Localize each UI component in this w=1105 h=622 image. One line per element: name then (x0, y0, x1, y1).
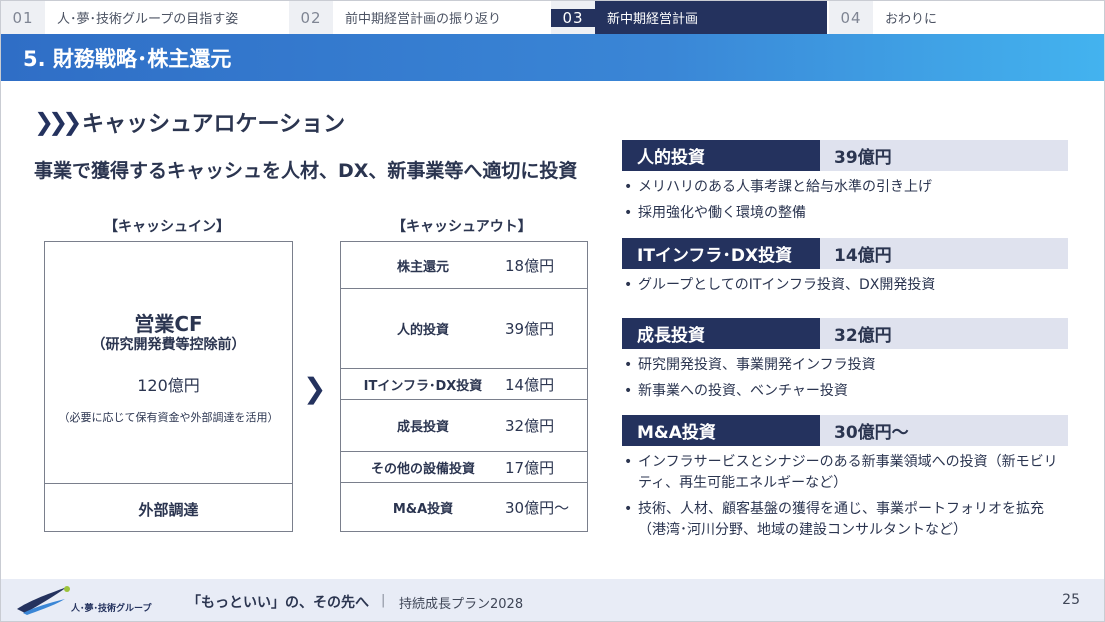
footer: 人･夢･技術グループ 「もっといい」の、その先へ | 持続成長プラン2028 2… (1, 579, 1104, 621)
investment-amount: 30億円〜 (820, 415, 1068, 446)
investment-name: 成長投資 (622, 318, 820, 349)
section-heading: ❯❯❯ キャッシュアロケーション (34, 106, 345, 138)
list-item: 研究開発投資、事業開発インフラ投資 (622, 355, 1068, 376)
operating-cf-note: （必要に応じて保有資金や外部調達を活用） (58, 411, 279, 424)
investment-human: 人的投資 39億円 メリハリのある人事考課と給与水準の引き上げ 採用強化や働く環… (622, 140, 1068, 229)
cash-out-value: 30億円〜 (505, 498, 570, 517)
tab-review[interactable]: 02 前中期経営計画の振り返り (289, 1, 551, 34)
list-item: 新事業への投資、ベンチャー投資 (622, 381, 1068, 402)
table-row: 人的投資 39億円 (341, 289, 587, 369)
page-number: 25 (1062, 592, 1080, 608)
tab-number: 01 (12, 8, 34, 27)
operating-cf-subtitle: （研究開発費等控除前） (91, 337, 246, 353)
investment-name: ITインフラ･DX投資 (622, 238, 820, 269)
cash-in-box: 営業CF （研究開発費等控除前） 120億円 （必要に応じて保有資金や外部調達を… (44, 241, 293, 532)
tab-label: 前中期経営計画の振り返り (333, 1, 549, 34)
lead-statement: 事業で獲得するキャッシュを人材、DX、新事業等へ適切に投資 (34, 160, 578, 182)
operating-cf-title: 営業CF (134, 312, 203, 336)
investment-growth: 成長投資 32億円 研究開発投資、事業開発インフラ投資 新事業への投資、ベンチャ… (622, 318, 1068, 407)
company-logo-text: 人･夢･技術グループ (71, 604, 152, 614)
tab-number: 03 (551, 8, 595, 27)
cash-out-item: ITインフラ･DX投資 (363, 378, 483, 394)
operating-cf-amount: 120億円 (137, 376, 200, 395)
table-row: M&A投資 30億円〜 (341, 483, 587, 531)
cash-out-value: 32億円 (505, 417, 555, 435)
external-financing: 外部調達 (138, 501, 199, 519)
investment-bullets: 研究開発投資、事業開発インフラ投資 新事業への投資、ベンチャー投資 (622, 355, 1068, 402)
investment-header: M&A投資 30億円〜 (622, 415, 1068, 446)
investment-name: 人的投資 (622, 140, 820, 171)
chevron-right-icon: ❯ (303, 372, 327, 405)
tab-number: 04 (840, 8, 862, 27)
investment-name: M&A投資 (622, 415, 820, 446)
tab-closing[interactable]: 04 おわりに (829, 1, 1104, 34)
tab-number: 02 (300, 8, 322, 27)
section-tabs: 01 人･夢･技術グループの目指す姿 02 前中期経営計画の振り返り 03 新中… (1, 1, 1104, 34)
footer-divider: | (381, 593, 386, 608)
cash-out-item: 人的投資 (396, 323, 449, 338)
table-row: 株主還元 18億円 (341, 242, 587, 289)
list-item: メリハリのある人事考課と給与水準の引き上げ (622, 177, 1068, 198)
investment-amount: 32億円 (820, 318, 1068, 349)
cash-out-table: 株主還元 18億円 人的投資 39億円 ITインフラ･DX投資 14億円 成長投… (340, 241, 588, 532)
tab-label: おわりに (873, 1, 1102, 34)
page-title: 5. 財務戦略･株主還元 (1, 34, 1104, 81)
investment-bullets: グループとしてのITインフラ投資、DX開発投資 (622, 275, 1068, 296)
list-item: グループとしてのITインフラ投資、DX開発投資 (622, 275, 1068, 296)
table-row: その他の設備投資 17億円 (341, 452, 587, 483)
list-item: 採用強化や働く環境の整備 (622, 203, 1068, 224)
tab-vision[interactable]: 01 人･夢･技術グループの目指す姿 (1, 1, 289, 34)
cash-out-item: 株主還元 (396, 259, 449, 275)
investment-ma: M&A投資 30億円〜 インフラサービスとシナジーのある新事業領域への投資（新モ… (622, 415, 1068, 546)
tagline: 「もっといい」の、その先へ (187, 595, 369, 611)
investment-header: 成長投資 32億円 (622, 318, 1068, 349)
list-item: 技術、人材、顧客基盤の獲得を通じ、事業ポートフォリオを拡充（港湾･河川分野、地域… (622, 499, 1068, 541)
cash-out-item: M&A投資 (392, 501, 454, 517)
investment-amount: 14億円 (820, 238, 1068, 269)
cash-out-item: その他の設備投資 (370, 461, 475, 477)
cash-out-item: 成長投資 (396, 420, 449, 435)
table-row: ITインフラ･DX投資 14億円 (341, 369, 587, 400)
company-logo-icon (17, 586, 70, 615)
investment-it-dx: ITインフラ･DX投資 14億円 グループとしてのITインフラ投資、DX開発投資 (622, 238, 1068, 301)
investment-header: 人的投資 39億円 (622, 140, 1068, 171)
investment-bullets: インフラサービスとシナジーのある新事業領域への投資（新モビリティ、再生可能エネル… (622, 452, 1068, 541)
triple-chevron-icon: ❯❯❯ (34, 108, 82, 136)
tab-label: 新中期経営計画 (595, 1, 827, 34)
tab-label: 人･夢･技術グループの目指す姿 (45, 1, 287, 34)
table-row: 成長投資 32億円 (341, 400, 587, 452)
cash-out-value: 14億円 (505, 375, 555, 394)
list-item: インフラサービスとシナジーのある新事業領域への投資（新モビリティ、再生可能エネル… (622, 452, 1068, 494)
plan-name: 持続成長プラン2028 (399, 597, 524, 612)
cash-out-label: 【キャッシュアウト】 (392, 219, 532, 235)
cash-out-value: 17億円 (505, 458, 555, 477)
investment-amount: 39億円 (820, 140, 1068, 171)
section-heading-text: キャッシュアロケーション (82, 112, 346, 137)
cash-out-value: 18億円 (505, 256, 555, 275)
cash-in-label: 【キャッシュイン】 (104, 219, 230, 235)
tab-new-plan[interactable]: 03 新中期経営計画 (551, 1, 829, 34)
operating-cf-cell: 営業CF （研究開発費等控除前） 120億円 （必要に応じて保有資金や外部調達を… (45, 242, 292, 484)
cash-out-value: 39億円 (505, 320, 555, 338)
investment-bullets: メリハリのある人事考課と給与水準の引き上げ 採用強化や働く環境の整備 (622, 177, 1068, 224)
investment-header: ITインフラ･DX投資 14億円 (622, 238, 1068, 269)
